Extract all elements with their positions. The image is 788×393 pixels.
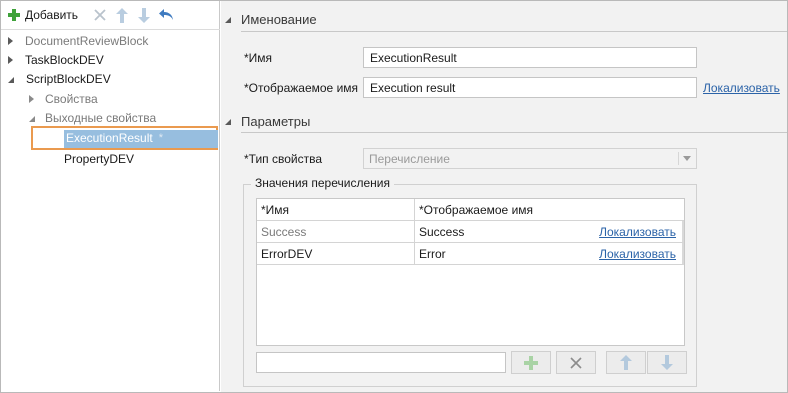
tree-item-executionresult[interactable]: ExecutionResult * [66,129,163,147]
cell-display-text: Error [419,247,446,261]
arrow-down-icon [661,355,673,370]
close-icon[interactable] [92,7,108,23]
section-params[interactable]: Параметры [224,111,310,131]
new-value-input[interactable] [256,352,506,373]
unsaved-marker: * [158,132,163,144]
tree-item-label: TaskBlockDEV [25,53,104,67]
cell-display-name[interactable]: Success Локализовать [415,221,682,243]
localize-link[interactable]: Локализовать [703,79,780,97]
display-name-label: *Отображаемое имя [244,81,359,95]
expand-icon[interactable] [8,37,13,45]
grid-header: *Имя *Отображаемое имя [257,199,684,221]
property-type-label: *Тип свойства [244,152,323,166]
delete-value-button[interactable] [556,351,596,374]
name-input[interactable] [363,47,697,68]
tree-item-label: DocumentReviewBlock [25,34,149,48]
column-header-display-name[interactable]: *Отображаемое имя [415,199,684,221]
table-row[interactable]: ErrorDEV Error Локализовать [257,243,684,265]
chevron-down-icon [683,156,691,161]
close-icon [570,356,582,369]
tree-item-label: ScriptBlockDEV [26,72,111,86]
expand-icon[interactable] [8,56,13,64]
selected-item-highlight: ExecutionResult * [31,126,218,150]
property-type-select[interactable]: Перечисление [363,148,697,169]
section-title: Параметры [241,113,311,129]
cell-display-name[interactable]: Error Локализовать [415,243,682,265]
plus-icon [524,355,538,370]
table-row[interactable]: Success Success Локализовать [257,221,684,243]
left-panel: Добавить DocumentReviewBlock TaskBlockDE… [1,1,220,391]
cell-name[interactable]: ErrorDEV [257,243,415,265]
tree-item-label: Выходные свойства [45,111,157,125]
toolbar-divider [1,29,220,30]
localize-link[interactable]: Локализовать [599,247,676,261]
section-title: Именование [241,11,317,27]
undo-icon[interactable] [158,7,174,23]
plus-icon [8,9,20,21]
add-button-label: Добавить [25,8,79,22]
toolbar: Добавить [1,1,220,29]
tree-item-label: PropertyDEV [64,152,135,166]
column-header-name[interactable]: *Имя [257,199,415,221]
localize-link[interactable]: Локализовать [599,225,676,239]
expand-icon[interactable] [29,95,34,103]
collapse-icon[interactable] [28,115,35,122]
collapse-icon[interactable] [7,76,14,83]
arrow-down-icon[interactable] [136,7,152,23]
tree-item-documentreviewblock[interactable]: DocumentReviewBlock [8,31,148,51]
collapse-icon[interactable] [224,16,231,23]
add-value-button[interactable] [511,351,551,374]
arrow-up-icon [620,355,632,370]
section-divider [241,31,787,32]
property-type-value: Перечисление [369,151,450,166]
tree-item-scriptblockdev[interactable]: ScriptBlockDEV [7,69,111,89]
move-up-button[interactable] [606,351,646,374]
tree-item-propertydev[interactable]: PropertyDEV [64,149,134,169]
section-naming[interactable]: Именование [224,9,317,29]
add-button[interactable]: Добавить [8,5,78,25]
tree-item-properties[interactable]: Свойства [29,89,98,109]
select-divider [678,152,679,165]
name-label: *Имя [244,51,273,65]
tree-item-output-properties[interactable]: Выходные свойства [28,108,156,128]
cell-display-text: Success [419,225,465,239]
properties-panel: Именование *Имя *Отображаемое имя Локали… [221,1,787,392]
tree-item-label: Свойства [45,92,98,106]
tree-item-label: ExecutionResult [66,131,153,145]
collapse-icon[interactable] [224,118,231,125]
cell-name[interactable]: Success [257,221,415,243]
arrow-up-icon[interactable] [114,7,130,23]
display-name-input[interactable] [363,77,697,98]
tree-item-taskblockdev[interactable]: TaskBlockDEV [8,50,104,70]
move-down-button[interactable] [647,351,687,374]
enum-values-title: Значения перечисления [251,174,394,192]
section-divider [241,132,787,133]
enum-values-grid[interactable]: *Имя *Отображаемое имя Success Success Л… [256,198,685,346]
